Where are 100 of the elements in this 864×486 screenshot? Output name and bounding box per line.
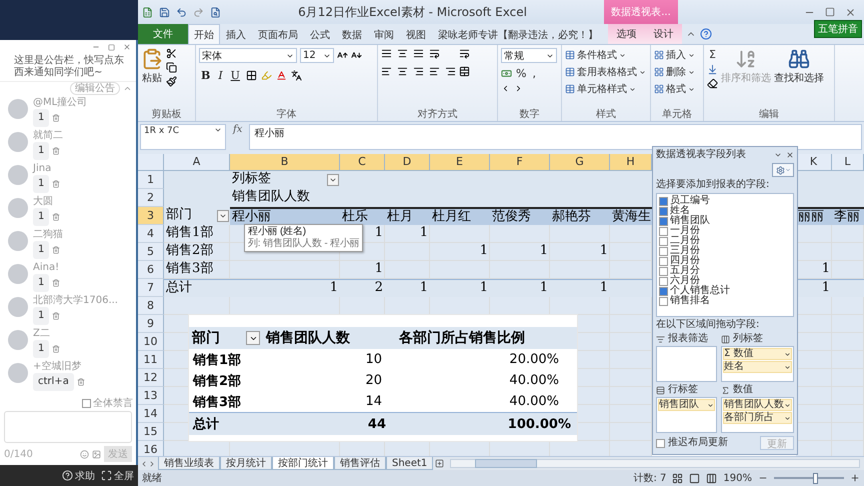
increase-decimal-icon[interactable] [501,84,510,93]
emoji-icon[interactable] [80,450,89,458]
ribbon-tab[interactable]: 设计 [645,24,682,44]
row-header[interactable]: 9 [138,315,164,333]
trash-icon[interactable] [52,312,60,320]
field-checkbox[interactable] [659,246,668,256]
sheet-tab[interactable]: 销售业绩表 [158,457,220,470]
increase-indent-icon[interactable] [445,66,456,77]
decrease-decimal-icon[interactable] [514,84,523,93]
field-chip[interactable]: 销售团队人数 [723,399,792,411]
close-icon[interactable] [786,151,794,159]
horizontal-scrollbar[interactable] [450,459,860,468]
row-header[interactable]: 5 [138,243,164,261]
shrink-font-icon[interactable] [351,50,362,61]
field-checkbox[interactable] [659,266,668,276]
wrap-text-icon[interactable] [459,48,470,59]
insert-function-button[interactable]: fx [229,124,246,135]
cut-icon[interactable] [166,48,177,59]
ribbon-tab[interactable]: 插入 [220,24,252,44]
image-icon[interactable] [92,450,101,458]
format-painter-icon[interactable] [166,76,177,87]
row-header[interactable]: 2 [138,189,164,207]
trash-icon[interactable] [76,378,85,386]
field-chip[interactable]: 销售团队 [658,399,715,411]
font-size-field[interactable]: 12 [300,48,334,63]
field-checkbox[interactable] [659,256,668,266]
font-color-icon[interactable] [276,70,287,81]
new-sheet-icon[interactable] [435,459,444,468]
file-tab[interactable]: 文件 [138,24,188,44]
cells-menu-button[interactable]: 插入 [654,48,695,62]
row-header[interactable]: 7 [138,279,164,297]
field-checkbox[interactable] [659,216,668,226]
font-name-field[interactable]: 宋体 [199,48,297,63]
find-select-button[interactable]: 查找和选择 [774,48,824,85]
ribbon-tab[interactable]: 视图 [400,24,432,44]
row-header[interactable]: 3 [138,207,164,225]
sheet-tab[interactable]: 销售评估 [334,457,386,470]
zoom-thumb[interactable] [813,472,818,484]
currency-icon[interactable] [501,68,512,79]
defer-update-checkbox[interactable] [656,438,665,448]
ribbon-tab[interactable]: 梁咏老师专讲【翻录违法，必究！】 [432,24,604,44]
copy-icon[interactable] [166,62,177,73]
fill-icon[interactable] [707,64,718,75]
bottom-align-icon[interactable] [413,48,424,59]
trash-icon[interactable] [52,114,60,122]
close-icon[interactable] [123,43,131,51]
ribbon-tab[interactable]: 公式 [304,24,336,44]
row-header[interactable]: 1 [138,171,164,189]
drop-area[interactable]: 销售团队人数 各部门所占 [721,397,794,433]
orientation-icon[interactable] [429,48,440,59]
mute-all-checkbox[interactable] [82,399,91,408]
bold-button[interactable]: B [199,69,212,82]
maximize-icon[interactable] [825,7,835,17]
column-header[interactable]: D [385,154,430,171]
field-checkbox[interactable] [659,276,668,286]
name-box[interactable]: 1R x 7C [140,124,226,150]
field-checkbox[interactable] [659,296,668,306]
spreadsheet-icon[interactable] [142,6,153,18]
layout-options-button[interactable] [772,163,794,177]
close-icon[interactable] [845,6,856,18]
align-right-icon[interactable] [413,66,424,77]
comma-button[interactable]: , [530,67,538,80]
sheet-tab[interactable]: 按部门统计 [272,457,334,470]
save-icon[interactable] [159,6,170,18]
row-header[interactable]: 13 [138,387,164,405]
row-header[interactable]: 4 [138,225,164,243]
fill-color-icon[interactable] [260,70,272,81]
maximize-icon[interactable] [108,44,115,50]
field-chip[interactable]: 姓名 [723,361,792,373]
field-checkbox[interactable] [659,196,668,206]
column-header[interactable]: L [832,154,864,171]
decrease-indent-icon[interactable] [429,66,440,77]
column-header[interactable]: G [550,154,610,171]
column-header[interactable]: E [430,154,490,171]
clear-icon[interactable] [707,78,718,89]
align-left-icon[interactable] [381,66,392,77]
top-align-icon[interactable] [381,48,392,59]
column-header[interactable]: H [610,154,652,171]
italic-button[interactable]: I [216,69,225,82]
normal-view-icon[interactable] [672,472,684,484]
ribbon-tab[interactable]: 审阅 [368,24,400,44]
style-menu-button[interactable]: 条件格式 [565,48,646,62]
ribbon-tab[interactable]: 页面布局 [252,24,304,44]
trash-icon[interactable] [52,246,60,254]
ribbon-tab[interactable]: 数据 [336,24,368,44]
trash-icon[interactable] [52,213,60,221]
ribbon-tab[interactable]: 选项 [608,24,645,44]
align-center-icon[interactable] [397,66,408,77]
pane-menu-icon[interactable] [774,151,782,159]
fullscreen-button[interactable]: 全屏 [101,468,134,482]
drop-area[interactable]: 销售团队 [656,397,717,433]
underline-button[interactable]: U [228,69,242,82]
percent-button[interactable]: % [514,67,528,80]
column-header[interactable]: C [340,154,385,171]
ime-toolbar[interactable]: 五笔拼音 [814,20,862,38]
row-header[interactable]: 15 [138,423,164,441]
trash-icon[interactable] [52,147,60,155]
row-header[interactable]: 6 [138,261,164,279]
drop-area[interactable]: Σ 数值 姓名 [721,346,794,382]
cells-menu-button[interactable]: 格式 [654,82,695,96]
